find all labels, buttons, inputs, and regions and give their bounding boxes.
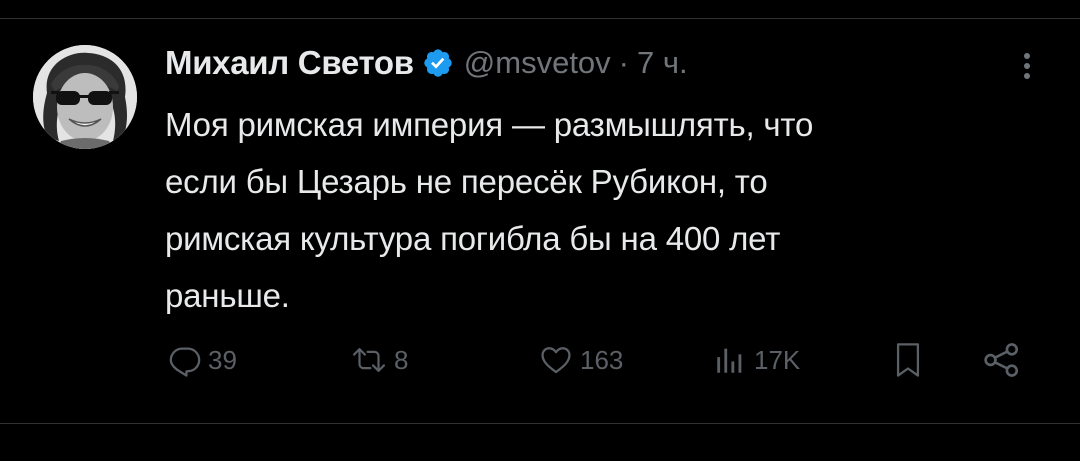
reply-button[interactable]: 39: [168, 338, 237, 382]
tweet-text-line: римская культура погибла бы на 400 лет: [165, 220, 781, 257]
tweet-text: Моя римская империя — размышлять, что ес…: [165, 96, 1045, 324]
share-icon: [984, 343, 1019, 377]
retweet-count: 8: [394, 344, 409, 375]
more-options-button[interactable]: [1012, 46, 1042, 86]
share-button[interactable]: [982, 338, 1022, 382]
reply-count: 39: [208, 344, 237, 375]
top-divider: [0, 18, 1080, 19]
verified-badge-icon: [424, 49, 452, 77]
like-count: 163: [580, 344, 624, 375]
profile-photo-icon: [33, 45, 137, 149]
retweet-icon: [352, 348, 386, 372]
avatar[interactable]: [33, 45, 137, 149]
bottom-divider: [0, 423, 1080, 424]
like-button[interactable]: 163: [538, 338, 623, 382]
tweet-text-line: если бы Цезарь не пересёк Рубикон, то: [165, 163, 768, 200]
tweet-text-line: Моя римская империя — размышлять, что: [165, 106, 814, 143]
author-handle[interactable]: @msvetov: [464, 45, 611, 81]
tweet-header: Михаил Светов @msvetov · 7 ч.: [165, 42, 688, 84]
retweet-button[interactable]: 8: [350, 338, 408, 382]
views-chart-icon: [717, 348, 742, 373]
reply-icon: [169, 347, 201, 377]
bookmark-icon: [896, 343, 920, 377]
heart-icon: [541, 347, 571, 374]
bookmark-button[interactable]: [891, 338, 925, 382]
author-display-name[interactable]: Михаил Светов: [165, 44, 414, 82]
views-count: 17K: [754, 344, 801, 375]
views-button[interactable]: 17K: [712, 338, 800, 382]
timestamp[interactable]: 7 ч.: [637, 45, 688, 81]
tweet-text-line: раньше.: [165, 277, 290, 314]
tweet-actions-bar: 39 8 163 17K: [0, 338, 1080, 382]
separator-dot: ·: [618, 45, 629, 80]
more-vertical-icon: [1024, 53, 1030, 79]
